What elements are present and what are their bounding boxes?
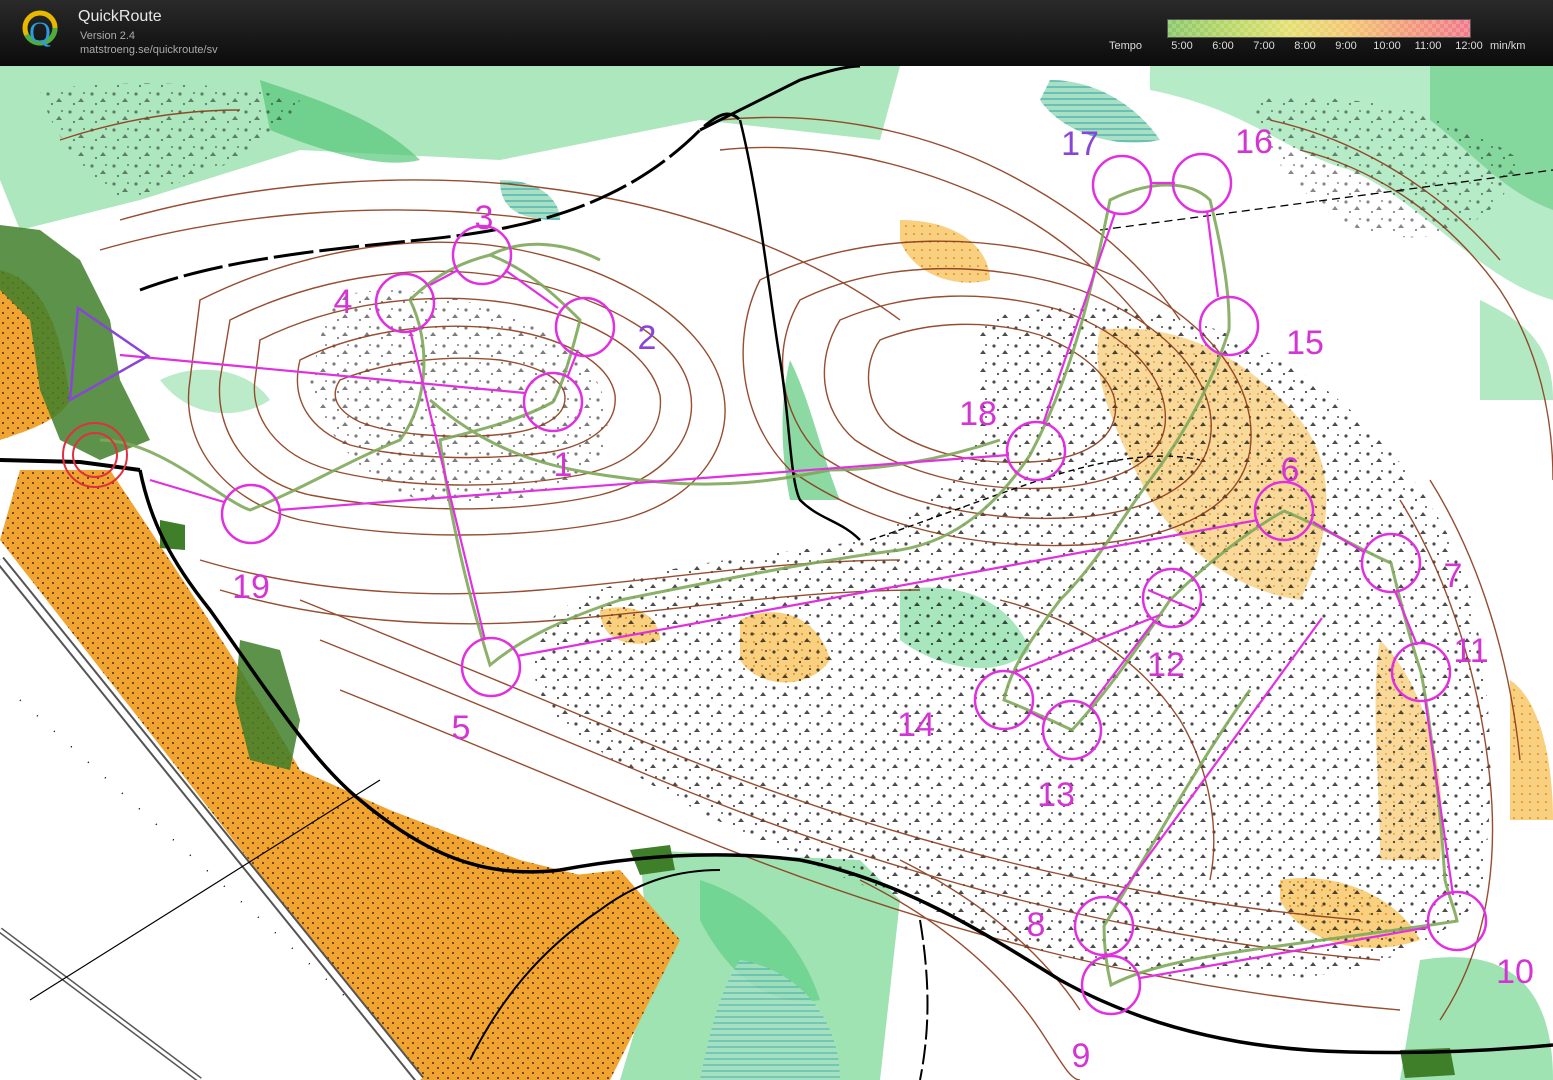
tempo-unit: min/km <box>1490 40 1526 52</box>
tempo-tick: 10:00 <box>1373 40 1401 52</box>
tempo-tick: 6:00 <box>1212 40 1234 52</box>
control-number: 17 <box>1061 125 1099 163</box>
control-number: 18 <box>959 395 997 433</box>
control-number: 2 <box>638 319 657 357</box>
tempo-tick: 8:00 <box>1294 40 1316 52</box>
control-number: 6 <box>1281 451 1300 489</box>
tempo-legend-ticks: 5:00 6:00 7:00 8:00 9:00 10:00 11:00 12:… <box>1167 40 1537 54</box>
tempo-tick: 11:00 <box>1414 40 1442 52</box>
control-number: 7 <box>1444 557 1463 595</box>
logo-letter: Q <box>29 16 51 49</box>
control-number: 13 <box>1037 776 1075 814</box>
app-url[interactable]: matstroeng.se/quickroute/sv <box>80 44 218 56</box>
control-number: 15 <box>1286 324 1324 362</box>
app-version: Version 2.4 <box>80 30 136 42</box>
control-number: 1 <box>554 446 573 484</box>
control-number: 10 <box>1496 953 1534 991</box>
orienteering-map[interactable]: 12345678910111213141516171819 <box>0 66 1553 1080</box>
tempo-tick: 9:00 <box>1335 40 1357 52</box>
tempo-tick: 7:00 <box>1253 40 1275 52</box>
tempo-gradient-bar <box>1167 19 1471 38</box>
quickroute-logo-icon: Q <box>22 10 58 49</box>
control-number: 4 <box>334 283 353 321</box>
control-number: 11 <box>1453 632 1488 670</box>
control-number: 9 <box>1072 1037 1091 1075</box>
tempo-tick: 12:00 <box>1455 40 1483 52</box>
tempo-tick: 5:00 <box>1171 40 1193 52</box>
app-title: QuickRoute <box>78 8 162 25</box>
control-number: 5 <box>452 709 471 747</box>
control-number: 12 <box>1147 646 1185 684</box>
control-number: 8 <box>1027 906 1046 944</box>
control-number: 19 <box>232 568 270 606</box>
control-number: 16 <box>1235 123 1273 161</box>
app-header: Q QuickRoute Version 2.4 matstroeng.se/q… <box>0 0 1553 66</box>
control-number: 3 <box>475 199 494 237</box>
control-number: 14 <box>897 706 935 744</box>
tempo-legend-label: Tempo <box>1109 40 1143 52</box>
